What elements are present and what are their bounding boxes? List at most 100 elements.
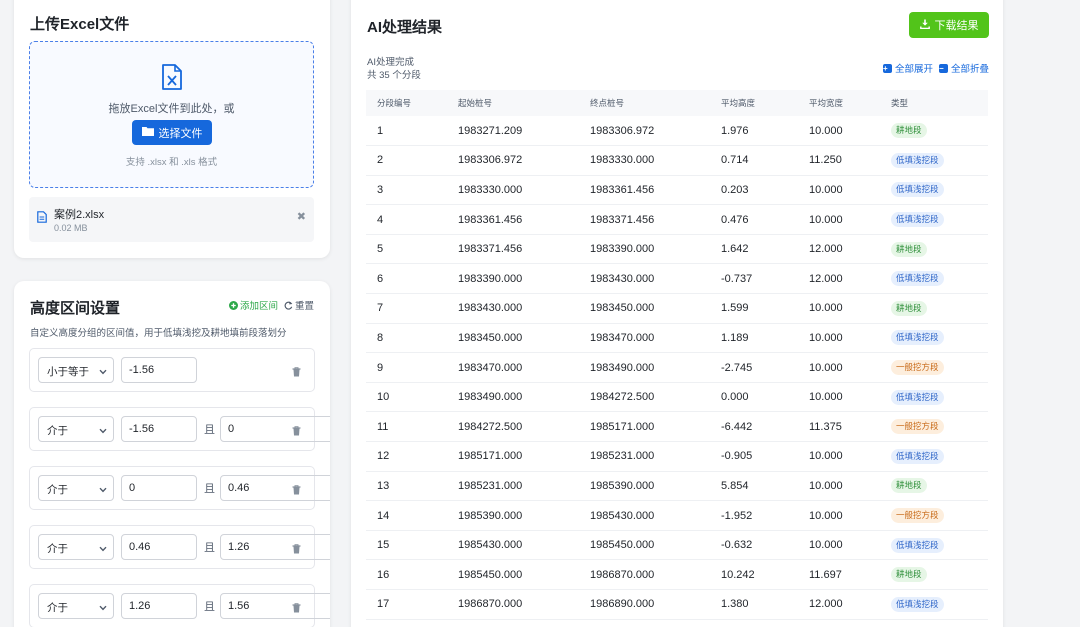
range-upper-input[interactable]: 0 — [220, 416, 330, 442]
table-cell: 1985450.000 — [579, 530, 710, 561]
table-row[interactable]: 6 1983390.000 1983430.000 -0.737 12.000 低填浅挖段 — [366, 263, 988, 295]
table-cell: 10.000 — [798, 323, 880, 354]
collapse-all-button[interactable]: − 全部折叠 — [938, 61, 989, 75]
operator-value: 介于 — [47, 543, 68, 555]
table-row[interactable]: 7 1983430.000 1983450.000 1.599 10.000 耕地段 — [366, 293, 988, 324]
table-cell: 11.375 — [798, 411, 880, 443]
range-upper-input[interactable]: 1.56 — [220, 593, 330, 619]
operator-select[interactable]: 介于 — [38, 593, 114, 619]
table-cell: 12.000 — [798, 263, 880, 295]
table-cell: 14 — [366, 500, 447, 531]
table-row[interactable]: 1 1983271.209 1983306.972 1.976 10.000 耕地段 — [366, 116, 988, 147]
table-cell: 1983306.972 — [447, 145, 579, 176]
table-cell: 1985390.000 — [579, 471, 710, 502]
trash-icon[interactable] — [292, 482, 301, 500]
operator-select[interactable]: 介于 — [38, 475, 114, 501]
table-cell: 10.000 — [798, 471, 880, 502]
type-cell: 一般挖方段 — [880, 411, 988, 443]
reset-label: 重置 — [294, 301, 314, 312]
table-row[interactable]: 8 1983450.000 1983470.000 1.189 10.000 低填浅挖段 — [366, 323, 988, 354]
table-row[interactable]: 17 1986870.000 1986890.000 1.380 12.000 低填浅挖段 — [366, 589, 988, 620]
type-badge: 耕地段 — [891, 241, 927, 257]
collapse-all-label: 全部折叠 — [950, 64, 989, 75]
reset-button[interactable]: 重置 — [284, 298, 314, 312]
table-cell: 11.697 — [798, 559, 880, 590]
close-icon[interactable]: ✖ — [297, 210, 306, 223]
range-value-input[interactable]: -1.56 — [121, 357, 197, 383]
table-cell: 10.000 — [798, 441, 880, 472]
table-row[interactable]: 16 1985450.000 1986870.000 10.242 11.697 耕地段 — [366, 559, 988, 590]
operator-select[interactable]: 介于 — [38, 534, 114, 560]
table-cell: 1983470.000 — [447, 352, 579, 383]
upload-title: 上传Excel文件 — [30, 16, 130, 33]
table-cell: 15 — [366, 530, 447, 561]
table-row[interactable]: 3 1983330.000 1983361.456 0.203 10.000 低填浅挖段 — [366, 175, 988, 206]
table-row[interactable]: 4 1983361.456 1983371.456 0.476 10.000 低填浅挖段 — [366, 204, 988, 235]
download-button[interactable]: 下载结果 — [909, 12, 989, 38]
table-cell: 1986870.000 — [447, 589, 579, 620]
file-name: 案例2.xlsx — [54, 209, 105, 221]
folder-icon — [141, 126, 154, 139]
table-cell: 0.714 — [710, 145, 798, 176]
table-row[interactable]: 11 1984272.500 1985171.000 -6.442 11.375 一般挖方… — [366, 411, 988, 443]
table-cell: 0.000 — [710, 382, 798, 413]
type-cell: 低填浅挖段 — [880, 589, 988, 620]
table-row[interactable]: 14 1985390.000 1985430.000 -1.952 10.000 一般挖方… — [366, 500, 988, 531]
status-text: AI处理完成 — [367, 57, 414, 68]
table-row[interactable]: 5 1983371.456 1983390.000 1.642 12.000 耕地段 — [366, 234, 988, 265]
table-cell: 1983450.000 — [447, 323, 579, 354]
table-cell: 1985231.000 — [447, 471, 579, 502]
range-upper-input[interactable]: 0.46 — [220, 475, 330, 501]
plus-square-icon: + — [882, 63, 892, 73]
type-cell: 一般挖方段 — [880, 500, 988, 531]
table-cell: 4 — [366, 204, 447, 235]
table-row[interactable]: 2 1983306.972 1983330.000 0.714 11.250 低填浅挖段 — [366, 145, 988, 176]
range-value-input[interactable]: 0.46 — [121, 534, 197, 560]
table-cell: 0.203 — [710, 175, 798, 206]
table-row[interactable]: 12 1985171.000 1985231.000 -0.905 10.000 低填浅挖… — [366, 441, 988, 472]
table-cell: 1983430.000 — [447, 293, 579, 324]
table-row[interactable]: 15 1985430.000 1985450.000 -0.632 10.000 低填浅挖… — [366, 530, 988, 561]
type-cell: 耕地段 — [880, 559, 988, 590]
trash-icon[interactable] — [292, 364, 301, 382]
range-value-input[interactable]: 1.26 — [121, 593, 197, 619]
operator-select[interactable]: 介于 — [38, 416, 114, 442]
range-value-input[interactable]: -1.56 — [121, 416, 197, 442]
table-cell: 1986870.000 — [579, 559, 710, 590]
table-cell: 5.854 — [710, 471, 798, 502]
type-badge: 低填浅挖段 — [891, 212, 944, 228]
table-cell: 1 — [366, 116, 447, 147]
file-dropzone[interactable]: 拖放Excel文件到此处，或 选择文件 支持 .xlsx 和 .xls 格式 — [29, 41, 314, 188]
column-header: 分段编号 — [366, 90, 447, 116]
expand-all-button[interactable]: + 全部展开 — [882, 61, 933, 75]
range-title: 高度区间设置 — [30, 300, 121, 317]
table-row[interactable]: 10 1983490.000 1984272.500 0.000 10.000 低填浅挖段 — [366, 382, 988, 413]
operator-select[interactable]: 小于等于 — [38, 357, 114, 383]
table-cell: 1985430.000 — [579, 500, 710, 531]
table-row[interactable]: 13 1985231.000 1985390.000 5.854 10.000 耕地段 — [366, 471, 988, 502]
and-label: 且 — [204, 483, 215, 495]
range-item: 介于 0.46 且 1.26 — [29, 525, 330, 569]
range-upper-input[interactable]: 1.26 — [220, 534, 330, 560]
range-value-input[interactable]: 0 — [121, 475, 197, 501]
table-row[interactable]: 9 1983470.000 1983490.000 -2.745 10.000 一般挖方段 — [366, 352, 988, 383]
type-cell: 低填浅挖段 — [880, 263, 988, 295]
type-badge: 低填浅挖段 — [891, 596, 944, 612]
trash-icon[interactable] — [292, 541, 301, 559]
trash-icon[interactable] — [292, 600, 301, 618]
add-range-button[interactable]: 添加区间 — [228, 298, 278, 312]
table-cell: 1985171.000 — [447, 441, 579, 472]
table-cell: 10.000 — [798, 175, 880, 206]
table-cell: 1983371.456 — [447, 234, 579, 265]
type-badge: 低填浅挖段 — [891, 448, 944, 464]
type-badge: 一般挖方段 — [891, 508, 944, 524]
table-cell: 17 — [366, 589, 447, 620]
table-cell: 1.599 — [710, 293, 798, 324]
chevron-down-icon — [99, 366, 107, 378]
type-cell: 低填浅挖段 — [880, 145, 988, 176]
trash-icon[interactable] — [292, 423, 301, 441]
type-badge: 一般挖方段 — [891, 360, 944, 376]
choose-file-button[interactable]: 选择文件 — [132, 120, 212, 145]
results-title: AI处理结果 — [367, 19, 443, 36]
drop-text: 拖放Excel文件到此处，或 — [108, 103, 235, 115]
